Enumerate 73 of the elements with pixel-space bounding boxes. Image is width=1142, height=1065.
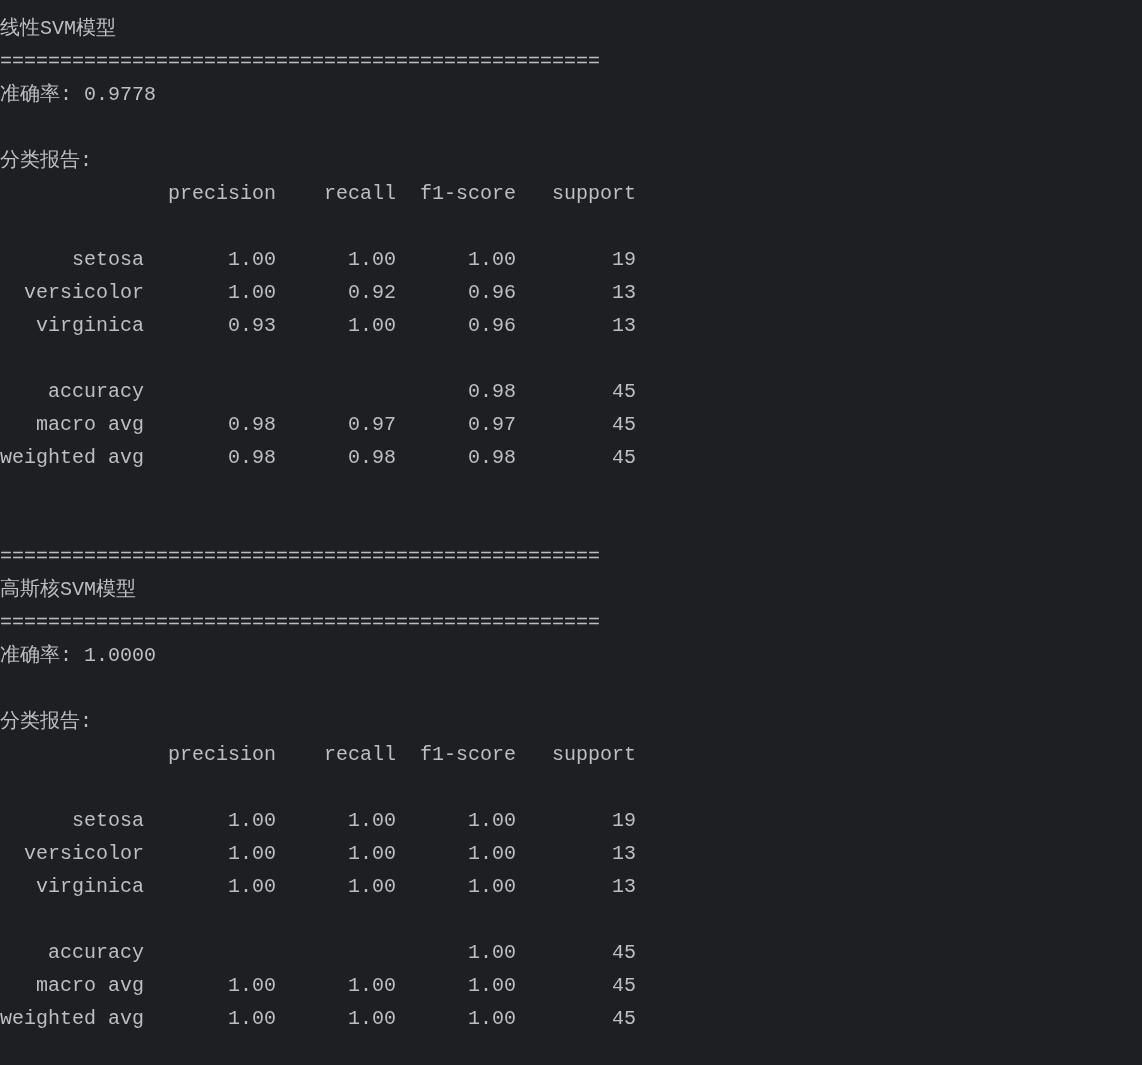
table-cell-text: 1.00 <box>227 808 277 834</box>
table-cell-text: 1.00 <box>227 973 277 999</box>
row-label: setosa <box>71 247 144 273</box>
table-cell-text: 45 <box>611 973 637 999</box>
table-cell-text: 13 <box>611 313 637 339</box>
column-header: f1-score <box>419 742 517 768</box>
accuracy-text: 准确率: 1.0000 <box>0 643 156 669</box>
column-header: f1-score <box>419 181 517 207</box>
row-label: macro avg <box>35 973 144 999</box>
table-cell-text: 1.00 <box>347 808 397 834</box>
row-label: versicolor <box>23 280 144 306</box>
table-cell-text: 0.92 <box>347 280 397 306</box>
table-cell-text: 1.00 <box>467 940 517 966</box>
column-header: recall <box>323 742 397 768</box>
table-cell-text: 1.00 <box>467 841 517 867</box>
table-cell-text: 1.00 <box>467 808 517 834</box>
table-cell-text: 0.96 <box>467 280 517 306</box>
table-cell-text: 1.00 <box>347 874 397 900</box>
table-cell-text: 0.98 <box>347 445 397 471</box>
table-cell-text: 19 <box>611 247 637 273</box>
table-cell-text: 45 <box>611 940 637 966</box>
table-cell-text: 1.00 <box>227 874 277 900</box>
column-header: support <box>551 742 637 768</box>
table-cell-text: 45 <box>611 445 637 471</box>
table-cell-text: 1.00 <box>347 841 397 867</box>
table-cell-text: 0.96 <box>467 313 517 339</box>
section-title: 线性SVM模型 <box>0 16 116 42</box>
separator-line: ================================================== <box>0 610 601 636</box>
table-cell-text: 1.00 <box>347 247 397 273</box>
column-header: recall <box>323 181 397 207</box>
table-cell-text: 13 <box>611 874 637 900</box>
row-label: accuracy <box>47 940 144 966</box>
table-cell-text: 0.97 <box>347 412 397 438</box>
table-cell-text: 1.00 <box>467 874 517 900</box>
table-cell-text: 1.00 <box>227 841 277 867</box>
table-cell-text: 0.98 <box>227 445 277 471</box>
separator-line: ================================================== <box>0 544 601 570</box>
column-header: precision <box>167 742 277 768</box>
column-header: precision <box>167 181 277 207</box>
separator-line: ================================================== <box>0 49 601 75</box>
table-cell-text: 1.00 <box>227 1006 277 1032</box>
table-cell-text: 1.00 <box>347 1006 397 1032</box>
table-cell-text: 0.98 <box>227 412 277 438</box>
table-cell-text: 1.00 <box>227 247 277 273</box>
table-cell-text: 1.00 <box>467 973 517 999</box>
report-heading: 分类报告: <box>0 709 92 735</box>
report-heading: 分类报告: <box>0 148 92 174</box>
row-label: macro avg <box>35 412 144 438</box>
table-cell-text: 1.00 <box>227 280 277 306</box>
row-label: accuracy <box>47 379 144 405</box>
row-label: virginica <box>35 874 144 900</box>
table-cell-text: 0.93 <box>227 313 277 339</box>
row-label: weighted avg <box>0 445 144 471</box>
table-cell-text: 0.97 <box>467 412 517 438</box>
column-header: support <box>551 181 637 207</box>
table-cell-text: 0.98 <box>467 379 517 405</box>
table-cell-text: 1.00 <box>347 973 397 999</box>
table-cell-text: 45 <box>611 412 637 438</box>
table-cell-text: 1.00 <box>467 247 517 273</box>
row-label: versicolor <box>23 841 144 867</box>
row-label: weighted avg <box>0 1006 144 1032</box>
section-title: 高斯核SVM模型 <box>0 577 136 603</box>
row-label: setosa <box>71 808 144 834</box>
table-cell-text: 1.00 <box>347 313 397 339</box>
table-cell-text: 1.00 <box>467 1006 517 1032</box>
table-cell-text: 13 <box>611 841 637 867</box>
accuracy-text: 准确率: 0.9778 <box>0 82 156 108</box>
table-cell-text: 45 <box>611 1006 637 1032</box>
table-cell-text: 13 <box>611 280 637 306</box>
table-cell-text: 19 <box>611 808 637 834</box>
table-cell-text: 45 <box>611 379 637 405</box>
table-cell-text: 0.98 <box>467 445 517 471</box>
row-label: virginica <box>35 313 144 339</box>
